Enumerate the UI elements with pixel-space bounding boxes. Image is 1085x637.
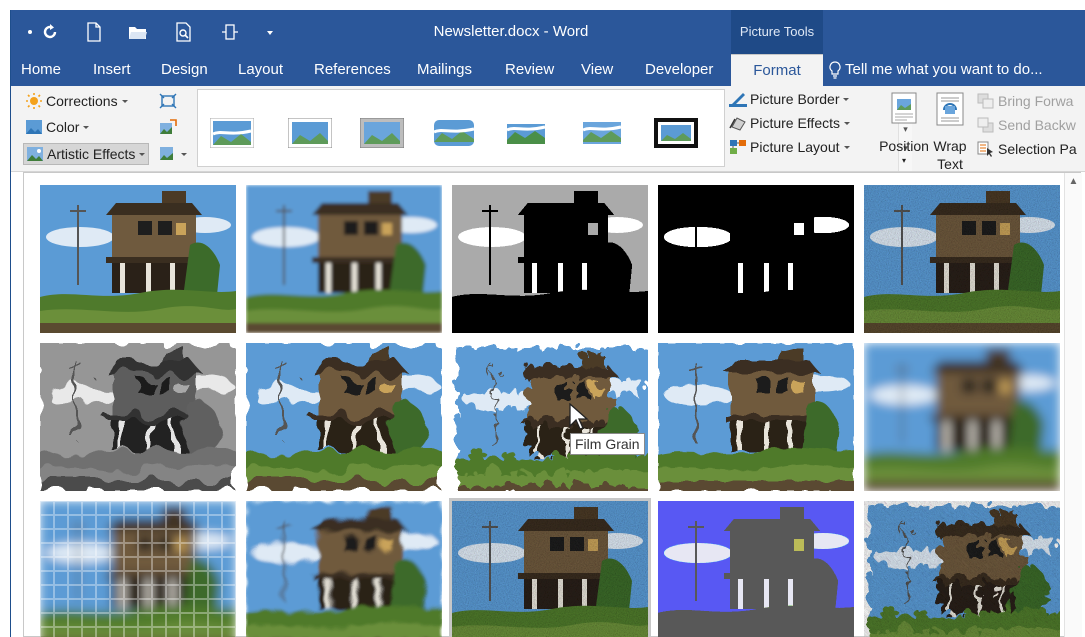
color-button[interactable]: Color: [25, 116, 90, 138]
corrections-button[interactable]: Corrections: [25, 90, 129, 112]
effect-chalk-sketch[interactable]: [864, 185, 1060, 333]
gallery-scrollbar[interactable]: ▲: [1064, 173, 1082, 637]
picture-style-thumb[interactable]: [654, 118, 698, 148]
sun-icon: [26, 93, 42, 109]
picture-style-thumb[interactable]: [580, 118, 624, 148]
effect-marker[interactable]: [246, 185, 442, 333]
picture-effects-icon: [729, 117, 746, 131]
dropdown-arrow-icon: [844, 122, 851, 125]
artistic-effects-icon: [27, 147, 43, 161]
dropdown-arrow-icon: [181, 153, 187, 156]
tell-me-search[interactable]: Tell me what you want to do...: [829, 54, 1043, 86]
dropdown-arrow-icon: [121, 100, 128, 103]
tab-review[interactable]: Review: [505, 54, 554, 86]
picture-effects-button[interactable]: Picture Effects: [729, 112, 851, 134]
reset-picture-icon: [160, 147, 173, 160]
picture-style-thumb[interactable]: [288, 118, 332, 148]
color-picture-icon: [26, 120, 42, 134]
undo-refresh-icon[interactable]: [37, 10, 63, 54]
word-window: Newsletter.docx - Word Picture Tools Hom…: [10, 10, 1085, 637]
reset-picture-button[interactable]: [159, 143, 188, 165]
effect-pencil-grayscale[interactable]: [452, 185, 648, 333]
selection-pane-icon: [977, 141, 993, 157]
effect-blur[interactable]: [864, 343, 1060, 491]
dropdown-arrow-icon: [83, 126, 90, 129]
dropdown-arrow-icon: [843, 98, 850, 101]
tab-design[interactable]: Design: [161, 54, 208, 86]
effect-mosaic-bubbles[interactable]: [40, 501, 236, 637]
effect-glass[interactable]: [658, 343, 854, 491]
tab-format[interactable]: Format: [731, 54, 823, 86]
tab-home[interactable]: Home: [21, 54, 61, 86]
position-button[interactable]: Position ▾: [873, 90, 935, 170]
compress-icon: [159, 93, 177, 109]
bring-forward-icon: [977, 93, 994, 109]
touch-mode-icon[interactable]: [217, 10, 243, 54]
effect-paint-strokes-gray[interactable]: [40, 343, 236, 491]
tab-insert[interactable]: Insert: [93, 54, 131, 86]
tab-view[interactable]: View: [581, 54, 613, 86]
tab-layout[interactable]: Layout: [238, 54, 283, 86]
document-title: Newsletter.docx - Word: [433, 23, 589, 40]
effect-tooltip: Film Grain: [570, 433, 645, 455]
effect-pastels-smooth[interactable]: [246, 501, 442, 637]
effect-cutout[interactable]: [658, 501, 854, 637]
picture-layout-icon: [730, 140, 746, 154]
scroll-up-arrow-icon[interactable]: ▲: [1065, 173, 1082, 191]
effect-none[interactable]: [40, 185, 236, 333]
artistic-effects-gallery: ▲: [23, 172, 1082, 637]
wrap-text-button[interactable]: Wrap Text: [929, 90, 971, 172]
picture-layout-button[interactable]: Picture Layout: [729, 136, 851, 158]
effect-glow-diffused[interactable]: [452, 343, 648, 491]
position-icon: [891, 92, 917, 124]
artistic-effects-button[interactable]: Artistic Effects: [23, 143, 150, 165]
effect-crisscross-etching[interactable]: [864, 501, 1060, 637]
dropdown-arrow-icon: [843, 146, 850, 149]
print-preview-icon[interactable]: [171, 10, 197, 54]
picture-styles-gallery: ▴▾▾: [197, 89, 912, 171]
change-picture-icon: [160, 119, 177, 134]
picture-style-thumb[interactable]: [504, 118, 548, 148]
picture-style-thumb[interactable]: [432, 118, 476, 148]
ribbon-tabs: Home Insert Design Layout References Mai…: [11, 54, 1085, 86]
effect-film-grain[interactable]: [449, 498, 651, 637]
dropdown-arrow-icon: [139, 153, 146, 156]
wrap-text-icon: [936, 92, 964, 126]
tell-me-text: Tell me what you want to do...: [845, 61, 1043, 78]
tab-developer[interactable]: Developer: [645, 54, 713, 86]
send-backward-icon: [977, 117, 994, 133]
picture-tools-label: Picture Tools: [731, 10, 823, 54]
open-folder-icon[interactable]: [125, 10, 151, 54]
lightbulb-icon: [829, 61, 841, 79]
picture-style-thumb[interactable]: [210, 118, 254, 148]
customize-qat-icon[interactable]: [257, 10, 283, 54]
tab-references[interactable]: References: [314, 54, 391, 86]
compress-pictures-button[interactable]: [159, 90, 177, 112]
picture-style-thumb[interactable]: [360, 118, 404, 148]
selection-pane-button[interactable]: Selection Pa: [977, 138, 1077, 160]
send-backward-button[interactable]: Send Backw: [977, 114, 1076, 136]
change-picture-button[interactable]: [159, 116, 177, 138]
new-document-icon[interactable]: [81, 10, 107, 54]
title-bar: Newsletter.docx - Word Picture Tools: [11, 10, 1085, 54]
mouse-pointer-icon: [569, 403, 589, 430]
effect-paint-brush[interactable]: [246, 343, 442, 491]
dropdown-arrow-icon: ▾: [901, 156, 906, 165]
ribbon-format: Corrections Color Artistic Effects ▾ ▾ P…: [11, 86, 1085, 172]
effect-photocopy[interactable]: [658, 185, 854, 333]
bring-forward-button[interactable]: Bring Forwa: [977, 90, 1073, 112]
tab-mailings[interactable]: Mailings: [417, 54, 472, 86]
picture-border-icon: [729, 93, 747, 107]
picture-border-button[interactable]: Picture Border: [729, 88, 850, 110]
